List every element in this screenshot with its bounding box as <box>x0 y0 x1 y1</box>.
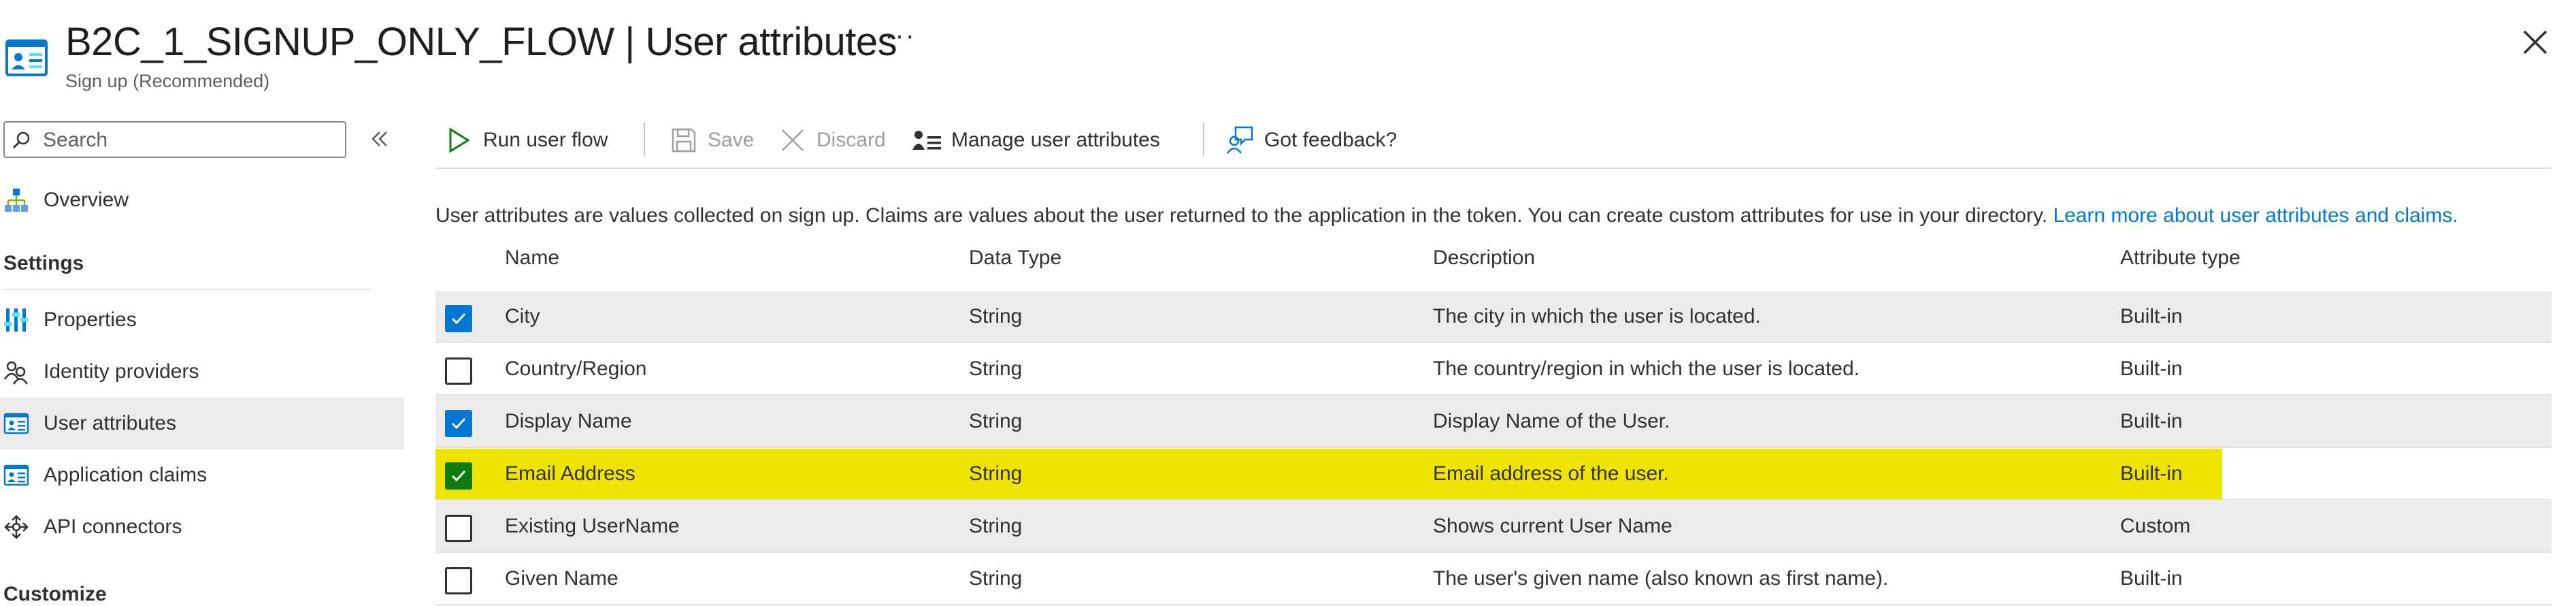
save-icon <box>668 125 699 156</box>
run-user-flow-button[interactable]: Run user flow <box>444 120 608 161</box>
sidebar-item-identity-providers[interactable]: Identity providers <box>0 346 404 398</box>
checkmark-icon <box>451 470 466 482</box>
got-feedback-button[interactable]: Got feedback? <box>1225 120 1397 161</box>
cell-description: Display Name of the User. <box>1433 410 1670 432</box>
cell-attribute-type: Built-in <box>2120 567 2183 590</box>
properties-icon <box>3 306 30 334</box>
sidebar-item-label: Overview <box>44 189 129 211</box>
discard-button[interactable]: Discard <box>777 120 886 161</box>
save-button[interactable]: Save <box>668 120 754 161</box>
cell-attribute-type: Built-in <box>2120 410 2183 432</box>
cell-attribute-type: Custom <box>2120 515 2191 537</box>
row-checkbox[interactable] <box>445 567 472 594</box>
sidebar-item-label: Application claims <box>44 464 208 486</box>
sidebar-item-user-attributes[interactable]: User attributes <box>0 398 404 449</box>
user-attributes-icon <box>3 410 30 437</box>
row-checkbox[interactable] <box>445 410 472 437</box>
learn-more-link[interactable]: Learn more about user attributes and cla… <box>2053 204 2458 227</box>
cell-data-type: String <box>969 357 1023 380</box>
cell-attribute-type: Built-in <box>2120 357 2183 380</box>
cell-name: City <box>505 305 540 328</box>
cell-description: The country/region in which the user is … <box>1433 357 1860 380</box>
settings-divider <box>3 289 371 290</box>
column-header-data-type[interactable]: Data Type <box>969 246 1061 270</box>
feedback-icon <box>1225 125 1256 156</box>
toolbar-divider <box>435 168 2552 169</box>
cell-name: Country/Region <box>505 357 647 380</box>
table-row[interactable]: Existing UserName String Shows current Use… <box>435 501 2552 553</box>
sidebar-item-properties[interactable]: Properties <box>0 294 404 346</box>
row-checkbox[interactable] <box>445 305 472 332</box>
table-row[interactable]: Country/Region String The country/region i… <box>435 344 2552 396</box>
cell-attribute-type: Built-in <box>2120 305 2183 328</box>
cell-description: The user's given name (also known as fir… <box>1433 567 1889 590</box>
cell-name: Email Address <box>505 462 635 485</box>
checkmark-icon <box>451 417 466 430</box>
cell-data-type: String <box>969 462 1023 485</box>
cell-description: The city in which the user is located. <box>1433 305 1761 328</box>
application-claims-icon <box>3 462 30 489</box>
row-highlight <box>435 449 2222 499</box>
info-text: User attributes are values collected on … <box>435 204 2458 227</box>
column-header-description[interactable]: Description <box>1433 246 1535 270</box>
manage-user-attributes-button[interactable]: Manage user attributes <box>912 120 1160 161</box>
cell-name: Display Name <box>505 410 632 432</box>
identity-providers-icon <box>3 358 30 385</box>
manage-attributes-icon <box>912 125 943 156</box>
search-icon <box>12 131 30 149</box>
cell-description: Shows current User Name <box>1433 515 1672 537</box>
sidebar-item-label: Properties <box>44 308 137 331</box>
cell-data-type: String <box>969 410 1023 432</box>
cell-description: Email address of the user. <box>1433 462 1669 485</box>
toolbar-separator <box>1203 123 1204 155</box>
row-checkbox[interactable] <box>445 357 472 385</box>
table-row[interactable]: Display Name String Display Name of the Us… <box>435 396 2552 448</box>
column-header-attribute-type[interactable]: Attribute type <box>2120 246 2241 270</box>
table-row[interactable]: Given Name String The user's given name (a… <box>435 554 2552 605</box>
user-attributes-page-icon <box>5 38 48 78</box>
discard-icon <box>777 125 808 156</box>
search-input[interactable] <box>43 128 335 153</box>
settings-heading: Settings <box>3 252 84 274</box>
sidebar-item-label: User attributes <box>44 412 177 434</box>
sidebar-item-overview[interactable]: Overview <box>0 174 404 226</box>
table-row[interactable]: City String The city in which the user is … <box>435 291 2552 343</box>
close-icon[interactable] <box>2519 26 2552 59</box>
row-checkbox[interactable] <box>445 515 472 542</box>
checkmark-icon <box>451 313 466 325</box>
cell-data-type: String <box>969 305 1023 328</box>
page-title: B2C_1_SIGNUP_ONLY_FLOW | User attributes <box>65 20 897 64</box>
cell-data-type: String <box>969 567 1023 590</box>
api-connectors-icon <box>3 513 30 541</box>
cell-attribute-type: Built-in <box>2120 462 2183 485</box>
sidebar-item-api-connectors[interactable]: API connectors <box>0 501 404 553</box>
play-icon <box>444 125 475 156</box>
cell-name: Given Name <box>505 567 618 590</box>
more-options-button[interactable]: ··· <box>885 20 916 51</box>
overview-icon <box>3 187 30 214</box>
sidebar-search[interactable] <box>3 121 346 158</box>
row-checkbox[interactable] <box>445 462 472 490</box>
sidebar-item-label: API connectors <box>44 515 182 538</box>
toolbar-separator <box>644 123 645 155</box>
collapse-sidebar-icon[interactable] <box>367 127 392 151</box>
customize-heading: Customize <box>3 583 107 605</box>
cell-name: Existing UserName <box>505 515 680 537</box>
sidebar-item-application-claims[interactable]: Application claims <box>0 449 404 501</box>
sidebar-item-label: Identity providers <box>44 360 199 383</box>
page-subtitle: Sign up (Recommended) <box>65 71 270 91</box>
column-header-name[interactable]: Name <box>505 246 559 270</box>
table-row[interactable]: Email Address String Email address of the … <box>435 449 2552 500</box>
cell-data-type: String <box>969 515 1023 537</box>
